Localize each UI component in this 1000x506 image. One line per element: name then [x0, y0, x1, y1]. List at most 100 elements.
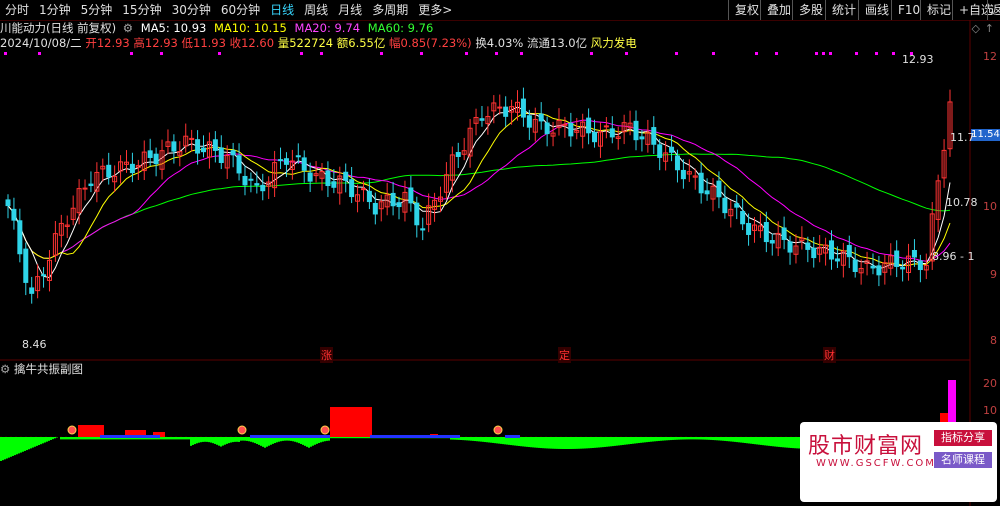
sub-neg-bar [64, 437, 66, 440]
sub-neg-bar [362, 437, 364, 439]
candle-body [698, 172, 704, 194]
sub-neg-bar [560, 437, 562, 449]
sub-neg-bar [314, 437, 316, 445]
candle-body [420, 228, 426, 231]
candle-body [171, 141, 177, 152]
sub-neg-bar [344, 437, 346, 439]
sub-neg-bar [632, 437, 634, 444]
candle-body [455, 152, 461, 157]
signal-icon [320, 425, 330, 435]
marker-cai: 财 [823, 347, 836, 363]
candle-body [870, 265, 876, 269]
sub-neg-bar [62, 437, 64, 440]
sub-neg-bar [6, 437, 8, 459]
sub-neg-bar [628, 437, 630, 445]
level-label-3: 8.96 - 1 [932, 250, 975, 263]
sub-neg-bar [544, 437, 546, 449]
candle-body [295, 155, 301, 158]
sub-neg-bar [748, 437, 750, 444]
sub-neg-bar [658, 437, 660, 441]
sub-neg-bar [636, 437, 638, 444]
sub-neg-bar [594, 437, 596, 448]
sub-neg-bar [776, 437, 778, 447]
sub-neg-bar [566, 437, 568, 449]
sub-neg-bar [616, 437, 618, 446]
sub-neg-bar [366, 437, 368, 439]
price-axis-8: 8 [990, 334, 997, 347]
sub-neg-bar [482, 437, 484, 442]
sub-settings-gear-icon[interactable]: ⚙ [0, 362, 10, 376]
candle-body [503, 106, 509, 117]
sub-neg-bar [592, 437, 594, 448]
candle-body [781, 227, 787, 240]
sub-neg-bar [0, 437, 2, 461]
sub-neg-bar [80, 437, 82, 440]
low-price-label: 8.46 [22, 338, 47, 351]
sub-neg-bar [666, 437, 668, 441]
sub-neg-bar [660, 437, 662, 441]
candle-body [834, 258, 840, 262]
sub-neg-bar [510, 437, 512, 446]
signal-dot [4, 52, 7, 55]
sub-neg-bar [468, 437, 470, 441]
sub-neg-bar [532, 437, 534, 448]
signal-dot [675, 52, 678, 55]
sub-neg-bar [242, 437, 244, 441]
sub-neg-bar [548, 437, 550, 449]
candle-body [260, 184, 266, 192]
sub-neg-bar [258, 437, 260, 445]
sub-neg-bar [78, 437, 80, 440]
sub-neg-bar [228, 437, 230, 444]
candle-body [360, 188, 366, 191]
signal-dot [755, 52, 758, 55]
sub-neg-bar [538, 437, 540, 448]
sub-neg-bar [208, 437, 210, 443]
sub-neg-bar [512, 437, 514, 446]
signal-dot [520, 52, 523, 55]
sub-neg-bar [182, 437, 184, 440]
sub-neg-bar [476, 437, 478, 442]
candle-body [639, 136, 645, 140]
sub-neg-bar [600, 437, 602, 448]
sub-neg-bar [218, 437, 220, 446]
sub-neg-bar [490, 437, 492, 443]
sub-neg-bar [76, 437, 78, 440]
share-tag: 指标分享 [934, 430, 992, 446]
sub-neg-bar [216, 437, 218, 445]
candle-body [746, 223, 752, 235]
sub-neg-bar [260, 437, 262, 446]
sub-neg-bar [464, 437, 466, 441]
sub-neg-bar [246, 437, 248, 441]
sub-neg-bar [214, 437, 216, 444]
sub-neg-bar [734, 437, 736, 442]
sub-neg-bar [752, 437, 754, 444]
candle-body [787, 241, 793, 253]
candle-body [876, 265, 882, 276]
sub-neg-bar [708, 437, 710, 440]
sub-neg-bar [46, 437, 48, 442]
site-url: WWW.GSCFW.COM [816, 458, 936, 469]
sub-neg-bar [330, 437, 332, 439]
sub-neg-bar [308, 437, 310, 448]
sub-neg-bar [722, 437, 724, 441]
sub-neg-bar [38, 437, 40, 446]
sub-neg-bar [310, 437, 312, 447]
signal-dot [712, 52, 715, 55]
candle-body [230, 150, 236, 156]
sub-neg-bar [760, 437, 762, 445]
sub-neg-bar [754, 437, 756, 445]
sub-neg-bar [676, 437, 678, 440]
sub-neg-bar [648, 437, 650, 442]
sub-neg-bar [554, 437, 556, 449]
sub-neg-bar [346, 437, 348, 439]
sub-neg-bar [664, 437, 666, 441]
sub-neg-bar [684, 437, 686, 440]
sub-neg-bar [98, 437, 100, 440]
price-axis-12: 12 [983, 50, 997, 63]
sub-neg-bar [564, 437, 566, 449]
sub-neg-bar [732, 437, 734, 442]
sub-neg-bar [484, 437, 486, 443]
sub-neg-bar [486, 437, 488, 443]
sub-neg-bar [750, 437, 752, 444]
sub-neg-bar [356, 437, 358, 439]
